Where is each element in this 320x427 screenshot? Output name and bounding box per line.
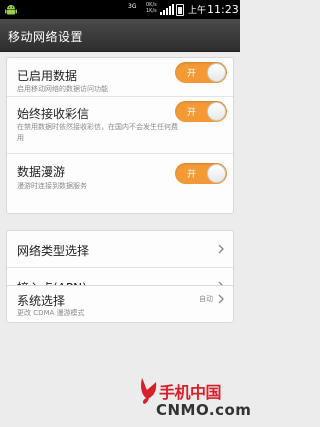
toggle-knob (207, 63, 226, 82)
toggle-label: 开 (187, 108, 197, 118)
clock-time: 11:23 (207, 3, 239, 16)
setting-title: 数据漫游 (17, 165, 66, 179)
chevron-right-icon (218, 244, 224, 254)
setting-system-select[interactable]: 系统选择 更改 CDMA 漫游模式 自动 (7, 286, 233, 324)
status-bar: 3G 0K/s 1K/s 上午11:23 (0, 0, 240, 19)
toggle-label: 开 (187, 69, 197, 79)
system-settings-group: 系统选择 更改 CDMA 漫游模式 自动 (6, 285, 234, 323)
setting-title: 始终接收彩信 (17, 107, 90, 121)
chevron-right-icon (218, 294, 224, 304)
battery-icon (176, 4, 184, 16)
network-speed: 0K/s 1K/s (146, 2, 157, 14)
setting-title: 系统选择 (17, 294, 66, 308)
signal-icon (160, 4, 174, 15)
title-bar: 移动网络设置 (0, 19, 240, 52)
network-type: 3G (128, 3, 137, 10)
setting-subtitle: 在禁用数据时依然接收彩信，在国内不会发生任何费用 (17, 123, 178, 142)
toggle-label: 开 (187, 170, 197, 180)
watermark-brand-en: CNMO.com (156, 401, 252, 419)
clock-period: 上午 (188, 6, 207, 16)
toggle-knob (207, 102, 226, 121)
cnmo-watermark: 手机中国 CNMO.com (138, 376, 251, 424)
setting-subtitle: 启用移动网络的数据访问功能 (17, 85, 108, 93)
setting-title: 网络类型选择 (17, 244, 90, 258)
setting-title: 已启用数据 (17, 69, 78, 83)
setting-always-mms[interactable]: 始终接收彩信 在禁用数据时依然接收彩信，在国内不会发生任何费用 开 (7, 97, 233, 153)
android-icon (5, 5, 17, 15)
data-settings-group: 已启用数据 启用移动网络的数据访问功能 开 始终接收彩信 在禁用数据时依然接收彩… (6, 57, 234, 214)
always-mms-toggle[interactable]: 开 (175, 101, 227, 122)
speed-down: 1K/s (146, 8, 157, 14)
data-roaming-toggle[interactable]: 开 (175, 163, 227, 184)
toggle-knob (207, 164, 226, 183)
page-title: 移动网络设置 (8, 30, 84, 44)
setting-network-type[interactable]: 网络类型选择 (7, 231, 233, 267)
setting-subtitle: 漫游时连接到数据服务 (17, 182, 87, 190)
data-enabled-toggle[interactable]: 开 (175, 62, 227, 83)
watermark-brand-cn: 手机中国 (159, 383, 222, 402)
clock: 上午11:23 (188, 3, 239, 18)
setting-data-roaming[interactable]: 数据漫游 漫游时连接到数据服务 开 (7, 154, 233, 212)
setting-subtitle: 更改 CDMA 漫游模式 (17, 309, 85, 317)
setting-value: 自动 (199, 295, 213, 303)
